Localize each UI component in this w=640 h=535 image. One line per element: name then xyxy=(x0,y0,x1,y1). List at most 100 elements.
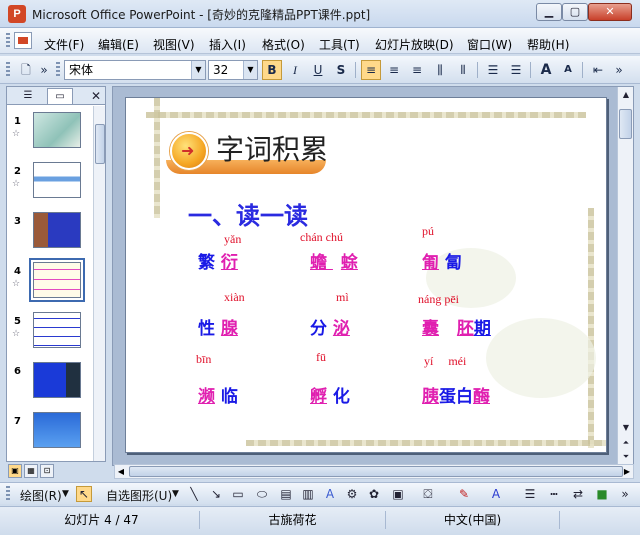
menu-format[interactable]: 格式(O) xyxy=(262,36,305,53)
toolbar-options-button[interactable]: » xyxy=(38,60,50,80)
clipart-button[interactable]: ✿ xyxy=(366,486,382,502)
toolbar-options-button-3[interactable]: » xyxy=(618,486,632,502)
vertical-textbox-button[interactable]: ▥ xyxy=(300,486,316,502)
pinyin-annotation[interactable]: náng pēi xyxy=(418,292,459,307)
autoshapes-button[interactable]: 自选图形(U) xyxy=(106,487,172,504)
chevron-down-icon[interactable]: ▼ xyxy=(62,489,69,499)
menu-grip[interactable] xyxy=(6,33,10,49)
normal-view-button[interactable]: ▣ xyxy=(8,464,22,478)
scroll-left-icon[interactable]: ◀ xyxy=(115,465,127,478)
line-color-button[interactable]: ✎ xyxy=(456,486,472,502)
pinyin-annotation[interactable]: fū xyxy=(316,350,326,365)
textbox-button[interactable]: ▤ xyxy=(278,486,294,502)
thumbnail-row[interactable]: 7 xyxy=(7,412,93,461)
scroll-thumb[interactable] xyxy=(129,466,623,477)
slide-thumbnail-5[interactable] xyxy=(33,312,81,348)
menu-tools[interactable]: 工具(T) xyxy=(319,36,360,53)
scroll-up-icon[interactable]: ▲ xyxy=(619,88,633,102)
distribute-button[interactable]: ⫼ xyxy=(430,60,450,80)
bold-button[interactable]: B xyxy=(262,60,282,80)
thumbnail-row[interactable]: 4 ☆ xyxy=(7,258,93,312)
toolbar-grip[interactable] xyxy=(6,62,10,78)
shadow-button[interactable]: S xyxy=(331,60,351,80)
scroll-thumb[interactable] xyxy=(619,109,632,139)
wordart-button[interactable]: A xyxy=(322,486,338,502)
rectangle-button[interactable]: ▭ xyxy=(230,486,246,502)
diagram-button[interactable]: ⚙ xyxy=(344,486,360,502)
vocab-word[interactable]: 囊 胚期 xyxy=(422,314,491,339)
pinyin-annotation[interactable]: bīn xyxy=(196,352,211,367)
grow-font-button[interactable]: A xyxy=(536,60,556,80)
thumbnail-row[interactable]: 1 ☆ xyxy=(7,112,93,162)
line-style-button[interactable]: ☰ xyxy=(522,486,538,502)
scroll-right-icon[interactable]: ▶ xyxy=(621,465,633,478)
slide-vertical-scrollbar[interactable]: ▲ ▼ ⏶ ⏷ xyxy=(617,87,633,465)
menu-file[interactable]: 文件(F) xyxy=(44,36,84,53)
arrow-style-button[interactable]: ⇄ xyxy=(570,486,586,502)
font-color-button[interactable]: A xyxy=(488,486,504,502)
italic-button[interactable]: I xyxy=(285,60,305,80)
slide-horizontal-scrollbar[interactable]: ◀ ▶ xyxy=(114,464,634,479)
oval-button[interactable]: ⬭ xyxy=(254,486,270,502)
menu-help[interactable]: 帮助(H) xyxy=(527,36,569,53)
pinyin-annotation[interactable]: chán chú xyxy=(300,230,343,245)
pinyin-annotation[interactable]: xiàn xyxy=(224,290,245,305)
slide-title[interactable]: 字词积累 xyxy=(216,128,328,168)
chevron-down-icon[interactable]: ▼ xyxy=(172,489,179,499)
vocab-word[interactable]: 胰蛋白酶 xyxy=(422,382,490,407)
vocab-word[interactable]: 濒 临 xyxy=(198,382,238,407)
close-button[interactable]: ✕ xyxy=(588,3,632,21)
menu-view[interactable]: 视图(V) xyxy=(153,36,195,53)
pane-scroll-thumb[interactable] xyxy=(95,124,105,164)
fill-color-button[interactable]: ⛋ xyxy=(420,486,436,502)
select-objects-button[interactable]: ↖ xyxy=(76,486,92,502)
scroll-down-icon[interactable]: ▼ xyxy=(619,421,633,435)
3d-style-button[interactable]: ■ xyxy=(594,486,610,502)
thumbnail-row[interactable]: 2 ☆ xyxy=(7,162,93,212)
align-center-button[interactable]: ≡ xyxy=(384,60,404,80)
slide-thumbnail-2[interactable] xyxy=(33,162,81,198)
previous-slide-icon[interactable]: ⏶ xyxy=(619,437,633,449)
thumbnail-row[interactable]: 3 xyxy=(7,212,93,262)
font-name-combo[interactable]: 宋体 ▼ xyxy=(64,60,206,80)
menu-slideshow[interactable]: 幻灯片放映(D) xyxy=(375,36,454,53)
new-doc-button[interactable]: 🗋 xyxy=(16,60,36,80)
thumbnail-row[interactable]: 5 ☆ xyxy=(7,312,93,362)
slide-thumbnail-4[interactable] xyxy=(29,258,85,302)
pane-scrollbar[interactable] xyxy=(93,106,105,461)
align-right-button[interactable]: ≡ xyxy=(407,60,427,80)
document-icon[interactable] xyxy=(14,32,32,49)
tab-slides[interactable]: ▭ xyxy=(47,88,73,104)
pane-close-button[interactable]: ✕ xyxy=(91,88,101,104)
underline-button[interactable]: U xyxy=(308,60,328,80)
pinyin-annotation[interactable]: mì xyxy=(336,290,349,305)
draw-menu-button[interactable]: 绘图(R) xyxy=(20,487,62,504)
slide-thumbnail-3[interactable] xyxy=(33,212,81,248)
tab-outline[interactable]: ☰ xyxy=(15,88,41,104)
thumbnail-row[interactable]: 6 xyxy=(7,362,93,412)
menu-window[interactable]: 窗口(W) xyxy=(467,36,512,53)
bullets-button[interactable]: ☰ xyxy=(506,60,526,80)
shrink-font-button[interactable]: A xyxy=(558,60,578,80)
dash-style-button[interactable]: ┅ xyxy=(546,486,562,502)
slide-canvas[interactable]: 字词积累 一、读一读 yǎn chán chú pú 繁 衍 蟾 蜍 匍 匐 x… xyxy=(125,97,607,453)
minimize-button[interactable]: ▁ xyxy=(536,3,562,21)
toolbar-options-button-2[interactable]: » xyxy=(612,60,626,80)
numbering-button[interactable]: ☰ xyxy=(483,60,503,80)
columns-button[interactable]: ⫴ xyxy=(453,60,473,80)
vocab-word[interactable]: 蟾 蜍 xyxy=(310,248,358,273)
maximize-button[interactable]: ▢ xyxy=(562,3,588,21)
vocab-word[interactable]: 繁 衍 xyxy=(198,248,238,273)
menu-insert[interactable]: 插入(I) xyxy=(209,36,246,53)
toolbar-grip-2[interactable] xyxy=(56,62,60,78)
picture-button[interactable]: ▣ xyxy=(390,486,406,502)
arrow-button[interactable]: ↘ xyxy=(208,486,224,502)
chevron-down-icon[interactable]: ▼ xyxy=(243,61,257,79)
slide-subheading[interactable]: 一、读一读 xyxy=(188,196,308,231)
powerpoint-app-icon[interactable]: P xyxy=(8,5,26,23)
align-left-button[interactable]: ≡ xyxy=(361,60,381,80)
vocab-word[interactable]: 匍 匐 xyxy=(422,248,462,273)
decrease-indent-button[interactable]: ⇤ xyxy=(588,60,608,80)
pinyin-annotation[interactable]: pú xyxy=(422,224,434,239)
pinyin-annotation[interactable]: yǎn xyxy=(224,232,241,247)
